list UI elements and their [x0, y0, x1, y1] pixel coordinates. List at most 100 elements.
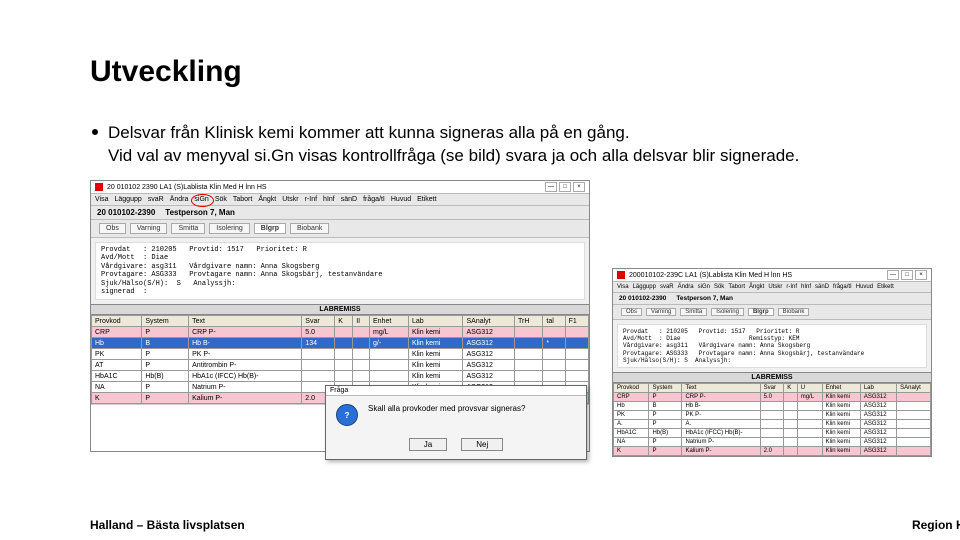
menu-item[interactable]: Utskr: [282, 196, 298, 203]
menu-item[interactable]: r-Inf: [786, 284, 797, 290]
dialog-title: Fråga: [326, 386, 586, 396]
menu-item[interactable]: Visa: [95, 196, 109, 203]
table-row[interactable]: PKPPK P-Klin kemiASG312: [92, 349, 589, 360]
table-section-header: LABREMISS: [613, 372, 931, 383]
col-header[interactable]: Provkod: [614, 383, 649, 392]
col-header[interactable]: Svar: [302, 316, 335, 327]
tab-obs[interactable]: Obs: [99, 223, 126, 234]
col-header[interactable]: System: [649, 383, 682, 392]
minimize-icon[interactable]: —: [887, 270, 899, 280]
col-header[interactable]: Enhet: [822, 383, 860, 392]
patient-id: 20 010102-2390: [97, 208, 155, 217]
col-header[interactable]: Enhet: [370, 316, 409, 327]
menu-item[interactable]: Etikett: [877, 284, 894, 290]
close-icon[interactable]: ×: [915, 270, 927, 280]
tab-biobank[interactable]: Biobank: [290, 223, 329, 234]
col-header[interactable]: SAnalyt: [463, 316, 515, 327]
menu-item-sign[interactable]: siGn: [194, 196, 208, 203]
screenshot-right: 200010102-239C LA1 (S)Lablista Klin Med …: [612, 268, 932, 457]
tab-obs[interactable]: Obs: [621, 308, 642, 316]
menu-item[interactable]: hInf: [801, 284, 811, 290]
col-header[interactable]: U: [797, 383, 822, 392]
col-header[interactable]: II: [353, 316, 370, 327]
table-row[interactable]: NAPNatrium P-Klin kemiASG312: [614, 437, 931, 446]
record-metadata: Provdat : 210205 Provtid: 1517 Prioritet…: [617, 324, 927, 368]
tab-isolering[interactable]: Isolering: [711, 308, 744, 316]
yes-button[interactable]: Ja: [409, 438, 447, 451]
patient-id: 20 010102-2390: [619, 295, 666, 302]
menu-item[interactable]: fråga/tI: [833, 284, 852, 290]
menu-item[interactable]: siGn: [698, 284, 710, 290]
col-header[interactable]: K: [335, 316, 353, 327]
menu-item[interactable]: Ångkt: [749, 284, 764, 290]
screenshot-left: 20 010102 2390 LA1 (S)Lablista Klin Med …: [90, 180, 590, 452]
menu-item[interactable]: Visa: [617, 284, 629, 290]
menu-item[interactable]: sänD: [815, 284, 829, 290]
table-row[interactable]: A.PA.Klin kemiASG312: [614, 419, 931, 428]
menu-item[interactable]: r-Inf: [305, 196, 317, 203]
table-row[interactable]: HbBHb B-134g/-Klin kemiASG312*: [92, 338, 589, 349]
table-section-header: LABREMISS: [91, 304, 589, 315]
tab-blgrp[interactable]: Blgrp: [748, 308, 774, 316]
tab-smitta[interactable]: Smitta: [680, 308, 707, 316]
minimize-icon[interactable]: —: [545, 182, 557, 192]
col-header[interactable]: K: [784, 383, 797, 392]
window-titlebar: 200010102-239C LA1 (S)Lablista Klin Med …: [613, 269, 931, 282]
menu-item[interactable]: Utskr: [768, 284, 782, 290]
menu-item[interactable]: Tabort: [233, 196, 252, 203]
app-icon: [617, 271, 625, 279]
menu-item[interactable]: svaR: [148, 196, 164, 203]
tab-blgrp[interactable]: Blgrp: [254, 223, 286, 234]
menu-item[interactable]: Läggupp: [633, 284, 656, 290]
menu-item[interactable]: Sök: [215, 196, 227, 203]
col-header[interactable]: System: [142, 316, 189, 327]
app-icon: [95, 183, 103, 191]
menu-item[interactable]: Huvud: [856, 284, 873, 290]
table-row[interactable]: HbA1CHb(B)HbA1c (IFCC) Hb(B)-Klin kemiAS…: [614, 428, 931, 437]
menu-item[interactable]: fråga/tI: [363, 196, 385, 203]
tab-biobank[interactable]: Biobank: [778, 308, 810, 316]
menu-item[interactable]: Ångkt: [258, 196, 276, 203]
tab-smitta[interactable]: Smitta: [171, 223, 205, 234]
menu-item[interactable]: Ändra: [170, 196, 189, 203]
tab-varning[interactable]: Varning: [130, 223, 168, 234]
table-row[interactable]: HbBHb B-Klin kemiASG312: [614, 401, 931, 410]
no-button[interactable]: Nej: [461, 438, 503, 451]
tab-varning[interactable]: Varning: [646, 308, 676, 316]
col-header[interactable]: SAnalyt: [897, 383, 931, 392]
col-header[interactable]: Svar: [760, 383, 784, 392]
bullet-list: Delsvar från Klinisk kemi kommer att kun…: [92, 122, 799, 168]
table-row[interactable]: KPKalium P-2.0Klin kemiASG312: [614, 446, 931, 455]
menu-item[interactable]: Sök: [714, 284, 724, 290]
col-header[interactable]: Lab: [408, 316, 463, 327]
col-header[interactable]: Text: [189, 316, 302, 327]
window-title: 20 010102 2390 LA1 (S)Lablista Klin Med …: [107, 184, 541, 191]
close-icon[interactable]: ×: [573, 182, 585, 192]
menu-item[interactable]: Etikett: [417, 196, 436, 203]
lab-table: Provkod System Text Svar K U Enhet Lab S…: [613, 383, 931, 456]
patient-id-row: 20 010102-2390 Testperson 7, Man: [91, 206, 589, 220]
menu-item[interactable]: Ändra: [678, 284, 694, 290]
col-header[interactable]: Text: [682, 383, 760, 392]
menu-item[interactable]: svaR: [660, 284, 674, 290]
table-row[interactable]: ATPAntitrombin P-Klin kemiASG312: [92, 360, 589, 371]
menu-item[interactable]: hInf: [323, 196, 335, 203]
footer-right: Region Halland: [912, 518, 960, 532]
menu-item[interactable]: Läggupp: [115, 196, 142, 203]
window-titlebar: 20 010102 2390 LA1 (S)Lablista Klin Med …: [91, 181, 589, 194]
table-row[interactable]: CRPPCRP P-5.0mg/LKlin kemiASG312: [92, 327, 589, 338]
menu-item[interactable]: sänD: [341, 196, 357, 203]
maximize-icon[interactable]: □: [559, 182, 571, 192]
col-header[interactable]: tal: [543, 316, 565, 327]
tab-isolering[interactable]: Isolering: [209, 223, 249, 234]
menu-item[interactable]: Huvud: [391, 196, 411, 203]
col-header[interactable]: Lab: [860, 383, 896, 392]
table-row[interactable]: CRPPCRP P-5.0mg/LKlin kemiASG312: [614, 392, 931, 401]
maximize-icon[interactable]: □: [901, 270, 913, 280]
menu-item[interactable]: Tabort: [728, 284, 745, 290]
col-header[interactable]: TrH: [515, 316, 543, 327]
col-header[interactable]: Provkod: [92, 316, 142, 327]
col-header[interactable]: F1: [565, 316, 588, 327]
table-row[interactable]: PKPPK P-Klin kemiASG312: [614, 410, 931, 419]
table-row[interactable]: HbA1CHb(B)HbA1c (IFCC) Hb(B)-Klin kemiAS…: [92, 371, 589, 382]
